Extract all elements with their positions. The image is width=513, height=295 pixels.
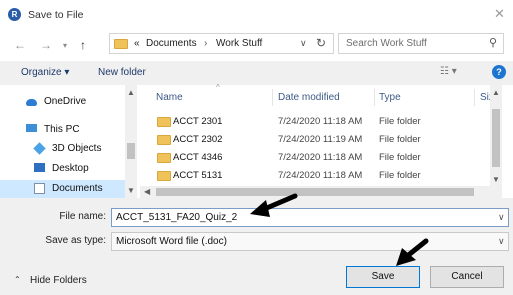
nav-label: OneDrive — [44, 96, 87, 107]
file-row[interactable]: ACCT 4346 7/24/2020 11:18 AM File folder — [150, 149, 494, 167]
cloud-icon — [26, 99, 37, 106]
nav-item-documents[interactable]: Documents — [0, 180, 125, 198]
file-list: ^ Name Date modified Type Size ACCT 2301… — [140, 83, 502, 198]
file-type: File folder — [379, 170, 421, 181]
cancel-button[interactable]: Cancel — [430, 266, 504, 288]
refresh-icon[interactable]: ↻ — [316, 36, 326, 50]
file-name: ACCT 4346 — [173, 152, 223, 163]
column-divider[interactable] — [272, 89, 273, 106]
file-type: File folder — [379, 152, 421, 163]
column-divider[interactable] — [474, 89, 475, 106]
search-input[interactable]: Search Work Stuff — [346, 38, 427, 49]
nav-label: This PC — [44, 124, 80, 135]
file-row[interactable]: ACCT 5131 7/24/2020 11:18 AM File folder — [150, 167, 494, 185]
column-header-date[interactable]: Date modified — [278, 92, 340, 103]
file-list-scrollbar[interactable]: ▲ ▼ — [490, 85, 502, 186]
cube-icon — [33, 142, 46, 155]
organize-button[interactable]: Organize ▾ — [21, 67, 69, 78]
title-bar: R Save to File ✕ — [0, 0, 513, 30]
breadcrumb-separator: › — [204, 38, 208, 49]
save-type-select[interactable]: Microsoft Word file (.doc) ∨ — [111, 232, 509, 251]
chevron-down-icon[interactable]: ∨ — [498, 212, 505, 223]
file-date: 7/24/2020 11:18 AM — [278, 170, 363, 181]
nav-item-this-pc[interactable]: This PC — [0, 121, 125, 139]
breadcrumb-documents[interactable]: Documents — [146, 38, 197, 49]
file-row[interactable]: ACCT 2301 7/24/2020 11:18 AM File folder — [150, 113, 494, 131]
help-icon[interactable]: ? — [492, 65, 506, 79]
horizontal-scrollbar[interactable]: ◀ — [140, 186, 502, 198]
file-name-field[interactable]: ACCT_5131_FA20_Quiz_2 ∨ — [111, 208, 509, 227]
view-options-icon[interactable]: ☷ ▾ — [440, 66, 457, 77]
close-icon[interactable]: ✕ — [494, 6, 505, 22]
breadcrumb-overflow[interactable]: « — [134, 38, 140, 49]
annotation-arrow-icon — [396, 238, 429, 266]
save-type-label: Save as type: — [45, 235, 106, 246]
file-date: 7/24/2020 11:18 AM — [278, 116, 363, 127]
file-name: ACCT 2301 — [173, 116, 223, 127]
folder-icon — [157, 135, 171, 145]
documents-icon — [34, 183, 45, 194]
nav-label: Documents — [52, 183, 103, 194]
desktop-icon — [34, 163, 45, 172]
folder-icon — [157, 117, 171, 127]
search-box[interactable]: Search Work Stuff ⚲ — [338, 33, 504, 54]
navigation-pane: OneDrive This PC 3D Objects Desktop Docu… — [0, 85, 138, 198]
scroll-thumb[interactable] — [492, 109, 500, 167]
file-date: 7/24/2020 11:18 AM — [278, 152, 363, 163]
nav-item-3d-objects[interactable]: 3D Objects — [0, 140, 125, 158]
forward-arrow-icon[interactable]: → — [40, 38, 52, 52]
file-type: File folder — [379, 134, 421, 145]
column-divider[interactable] — [374, 89, 375, 106]
file-name: ACCT 5131 — [173, 170, 223, 181]
save-type-value[interactable]: Microsoft Word file (.doc) — [116, 236, 227, 247]
folder-icon — [157, 153, 171, 163]
folder-icon — [114, 39, 128, 49]
address-bar[interactable]: « Documents › Work Stuff ∨ ↻ — [109, 33, 334, 54]
annotation-arrow-icon — [250, 193, 298, 217]
search-icon[interactable]: ⚲ — [489, 36, 497, 49]
file-row[interactable]: ACCT 2302 7/24/2020 11:19 AM File folder — [150, 131, 494, 149]
column-header-name[interactable]: Name — [156, 92, 183, 103]
scroll-up-icon[interactable]: ▲ — [492, 88, 500, 97]
nav-label: 3D Objects — [52, 143, 102, 154]
back-arrow-icon[interactable]: ← — [14, 38, 26, 52]
sort-indicator-icon: ^ — [216, 83, 220, 92]
nav-label: Desktop — [52, 163, 89, 174]
breadcrumb-work-stuff[interactable]: Work Stuff — [216, 38, 262, 49]
window-title: Save to File — [28, 9, 84, 21]
column-header-type[interactable]: Type — [379, 92, 401, 103]
app-icon: R — [8, 8, 21, 21]
computer-icon — [26, 124, 37, 132]
chevron-down-icon[interactable]: ∨ — [498, 236, 505, 247]
hide-folders-button[interactable]: Hide Folders — [30, 275, 87, 286]
scroll-down-icon[interactable]: ▼ — [492, 175, 500, 184]
scroll-down-icon[interactable]: ▼ — [127, 186, 135, 195]
scroll-thumb[interactable] — [127, 143, 135, 159]
scroll-thumb[interactable] — [156, 188, 474, 196]
address-dropdown-icon[interactable]: ∨ — [300, 38, 307, 49]
file-date: 7/24/2020 11:19 AM — [278, 134, 363, 145]
file-type: File folder — [379, 116, 421, 127]
new-folder-button[interactable]: New folder — [98, 67, 146, 78]
scroll-left-icon[interactable]: ◀ — [144, 187, 150, 196]
file-name-label: File name: — [59, 211, 106, 222]
file-name-input[interactable]: ACCT_5131_FA20_Quiz_2 — [116, 212, 237, 223]
toolbar: Organize ▾ New folder ☷ ▾ ? — [0, 61, 513, 85]
file-name: ACCT 2302 — [173, 134, 223, 145]
nav-item-onedrive[interactable]: OneDrive — [0, 93, 125, 111]
up-arrow-icon[interactable]: ↑ — [80, 38, 86, 52]
scroll-up-icon[interactable]: ▲ — [127, 88, 135, 97]
folder-icon — [157, 171, 171, 181]
nav-scrollbar[interactable]: ▲ ▼ — [125, 85, 137, 198]
recent-locations-icon[interactable]: ▾ — [63, 41, 67, 50]
chevron-up-icon[interactable]: ⌃ — [14, 275, 21, 284]
nav-item-desktop[interactable]: Desktop — [0, 160, 125, 178]
